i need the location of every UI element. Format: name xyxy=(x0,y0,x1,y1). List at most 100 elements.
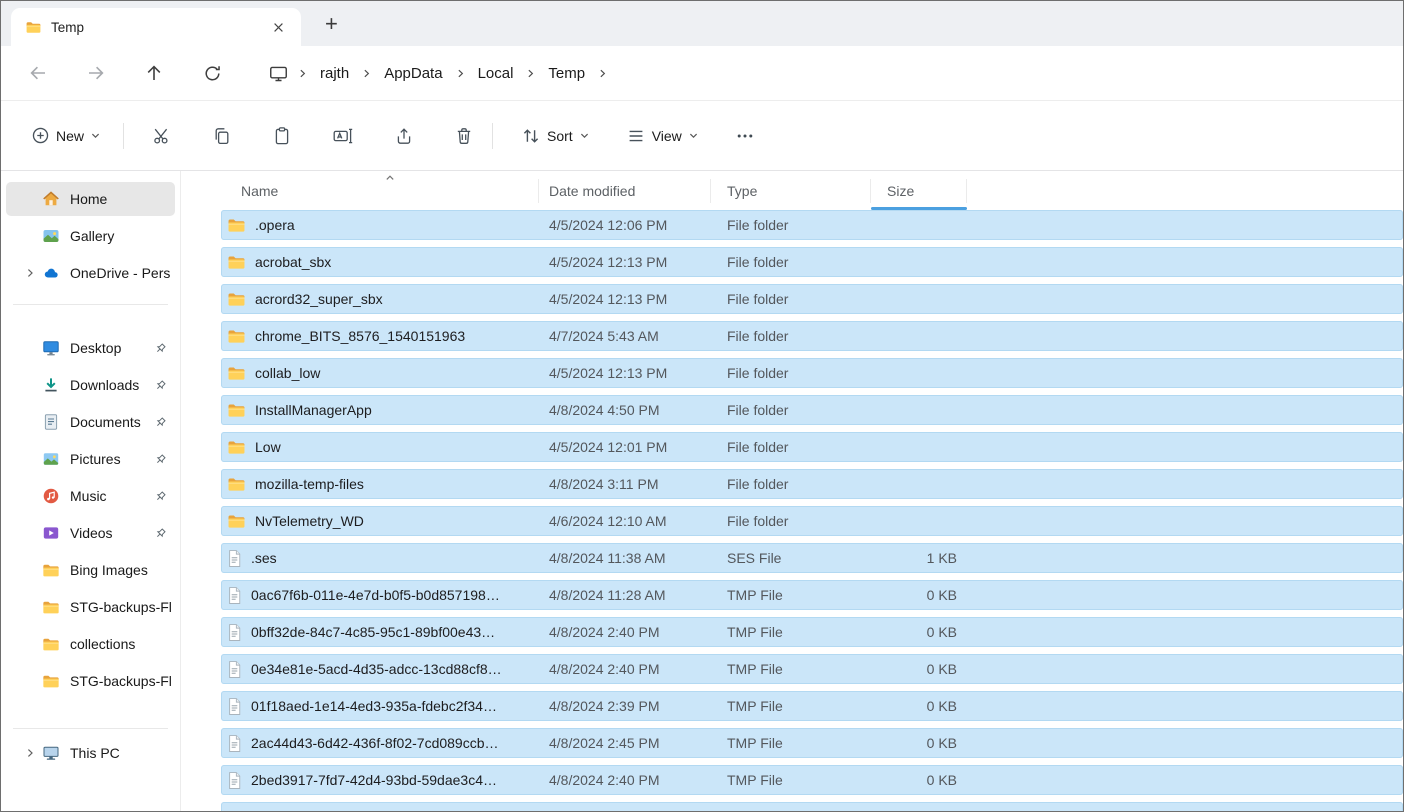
column-header-name[interactable]: Name xyxy=(221,179,539,203)
file-row[interactable]: InstallManagerApp4/8/2024 4:50 PMFile fo… xyxy=(221,395,1403,425)
expand-chevron-icon[interactable] xyxy=(18,747,42,759)
breadcrumb-item-appdata[interactable]: AppData xyxy=(381,65,445,82)
file-name: acrobat_sbx xyxy=(255,254,331,270)
rename-button[interactable] xyxy=(332,126,354,146)
close-tab-button[interactable] xyxy=(266,17,291,38)
column-header-type[interactable]: Type xyxy=(711,179,871,203)
file-row[interactable]: .opera4/5/2024 12:06 PMFile folder xyxy=(221,210,1403,240)
refresh-button[interactable] xyxy=(201,64,223,83)
file-row[interactable]: 0e34e81e-5acd-4d35-adcc-13cd88cf8…4/8/20… xyxy=(221,654,1403,684)
size-cell: 0 KB xyxy=(871,772,967,788)
rename-icon xyxy=(332,126,354,146)
breadcrumb-item-temp[interactable]: Temp xyxy=(545,65,588,82)
sidebar-item-stg-backups-fl[interactable]: STG-backups-Fl xyxy=(6,664,175,698)
monitor-icon[interactable] xyxy=(269,65,288,82)
file-row[interactable]: 0bff32de-84c7-4c85-95c1-89bf00e43…4/8/20… xyxy=(221,617,1403,647)
sidebar-item-desktop[interactable]: Desktop xyxy=(6,331,175,365)
share-button[interactable] xyxy=(394,126,414,146)
sidebar-item-pictures[interactable]: Pictures xyxy=(6,442,175,476)
sidebar-item-gallery[interactable]: Gallery xyxy=(6,219,175,253)
file-row[interactable]: acrord32_super_sbx4/5/2024 12:13 PMFile … xyxy=(221,284,1403,314)
cut-button[interactable] xyxy=(152,126,172,146)
sidebar-item-collections[interactable]: collections xyxy=(6,627,175,661)
sort-button-label: Sort xyxy=(547,128,573,144)
delete-button[interactable] xyxy=(454,126,474,146)
forward-button[interactable] xyxy=(85,63,107,83)
new-button-label: New xyxy=(56,128,84,144)
size-cell: 1 KB xyxy=(871,550,967,566)
main-area: HomeGalleryOneDrive - Pers DesktopDownloa… xyxy=(1,171,1403,811)
date-modified-cell: 4/8/2024 11:38 AM xyxy=(539,550,711,566)
sidebar-item-music[interactable]: Music xyxy=(6,479,175,513)
breadcrumb-chevron-icon[interactable] xyxy=(525,68,536,79)
see-more-button[interactable] xyxy=(735,126,755,146)
breadcrumb: rajth AppData Local Temp xyxy=(269,65,608,82)
sidebar-item-label: Documents xyxy=(70,414,154,430)
sidebar-item-this-pc[interactable]: This PC xyxy=(6,736,175,770)
sidebar-item-label: Videos xyxy=(70,525,154,541)
type-cell: File folder xyxy=(711,291,871,307)
copy-button[interactable] xyxy=(212,126,232,146)
date-modified-cell: 4/5/2024 12:13 PM xyxy=(539,291,711,307)
sidebar-item-downloads[interactable]: Downloads xyxy=(6,368,175,402)
file-row[interactable]: .ses4/8/2024 11:38 AMSES File1 KB xyxy=(221,543,1403,573)
file-row[interactable]: 0ac67f6b-011e-4e7d-b0f5-b0d857198…4/8/20… xyxy=(221,580,1403,610)
sidebar-item-bing-images[interactable]: Bing Images xyxy=(6,553,175,587)
file-name-cell: acrord32_super_sbx xyxy=(221,291,539,307)
chevron-down-icon xyxy=(90,130,101,141)
delete-icon xyxy=(454,126,474,146)
file-row[interactable]: Low4/5/2024 12:01 PMFile folder xyxy=(221,432,1403,462)
tab-temp[interactable]: Temp xyxy=(11,8,301,46)
type-cell: File folder xyxy=(711,254,871,270)
file-name: 01f18aed-1e14-4ed3-935a-fdebc2f34… xyxy=(251,698,497,714)
folder-icon xyxy=(227,366,246,381)
sidebar-item-label: Bing Images xyxy=(70,562,175,578)
file-name: .opera xyxy=(255,217,295,233)
new-button[interactable]: New xyxy=(31,126,101,145)
expand-chevron-icon[interactable] xyxy=(18,267,42,279)
tab-title: Temp xyxy=(51,20,257,35)
size-cell: 0 KB xyxy=(871,587,967,603)
view-button[interactable]: View xyxy=(626,126,699,146)
file-name-cell: 0e34e81e-5acd-4d35-adcc-13cd88cf8… xyxy=(221,660,539,679)
column-header-date-modified[interactable]: Date modified xyxy=(539,179,711,203)
file-name: Low xyxy=(255,439,281,455)
file-row[interactable]: acrobat_sbx4/5/2024 12:13 PMFile folder xyxy=(221,247,1403,277)
breadcrumb-item-rajth[interactable]: rajth xyxy=(317,65,352,82)
onedrive-icon xyxy=(42,266,60,280)
sidebar-item-documents[interactable]: Documents xyxy=(6,405,175,439)
file-row[interactable]: 2ac44d43-6d42-436f-8f02-7cd089ccb…4/8/20… xyxy=(221,728,1403,758)
file-row[interactable]: mozilla-temp-files4/8/2024 3:11 PMFile f… xyxy=(221,469,1403,499)
up-icon xyxy=(144,63,164,83)
breadcrumb-chevron-icon[interactable] xyxy=(297,68,308,79)
sidebar-divider xyxy=(13,304,168,305)
up-button[interactable] xyxy=(143,63,165,83)
file-explorer-window: Temp + rajth AppData Local Temp New Sort xyxy=(0,0,1404,812)
breadcrumb-item-local[interactable]: Local xyxy=(475,65,517,82)
file-row[interactable]: 2bed3917-7fd7-42d4-93bd-59dae3c4…4/8/202… xyxy=(221,765,1403,795)
sort-button[interactable]: Sort xyxy=(521,126,590,146)
type-cell: File folder xyxy=(711,365,871,381)
breadcrumb-chevron-icon[interactable] xyxy=(597,68,608,79)
folder-icon xyxy=(227,440,246,455)
new-tab-button[interactable]: + xyxy=(317,11,346,37)
file-row[interactable]: 01f18aed-1e14-4ed3-935a-fdebc2f34…4/8/20… xyxy=(221,691,1403,721)
file-row-partial[interactable] xyxy=(221,802,1403,811)
type-cell: TMP File xyxy=(711,698,871,714)
file-row[interactable]: chrome_BITS_8576_15401519634/7/2024 5:43… xyxy=(221,321,1403,351)
sidebar-item-onedrive-pers[interactable]: OneDrive - Pers xyxy=(6,256,175,290)
sidebar-item-stg-backups-fl[interactable]: STG-backups-Fl xyxy=(6,590,175,624)
sidebar-item-home[interactable]: Home xyxy=(6,182,175,216)
downloads-icon xyxy=(42,376,60,394)
paste-button[interactable] xyxy=(272,126,292,146)
back-button[interactable] xyxy=(27,63,49,83)
file-row[interactable]: collab_low4/5/2024 12:13 PMFile folder xyxy=(221,358,1403,388)
music-icon xyxy=(42,487,60,505)
sidebar-item-videos[interactable]: Videos xyxy=(6,516,175,550)
file-icon xyxy=(227,771,242,790)
column-header-size[interactable]: Size xyxy=(871,179,967,203)
breadcrumb-chevron-icon[interactable] xyxy=(361,68,372,79)
file-row[interactable]: NvTelemetry_WD4/6/2024 12:10 AMFile fold… xyxy=(221,506,1403,536)
breadcrumb-chevron-icon[interactable] xyxy=(455,68,466,79)
date-modified-cell: 4/8/2024 2:40 PM xyxy=(539,624,711,640)
